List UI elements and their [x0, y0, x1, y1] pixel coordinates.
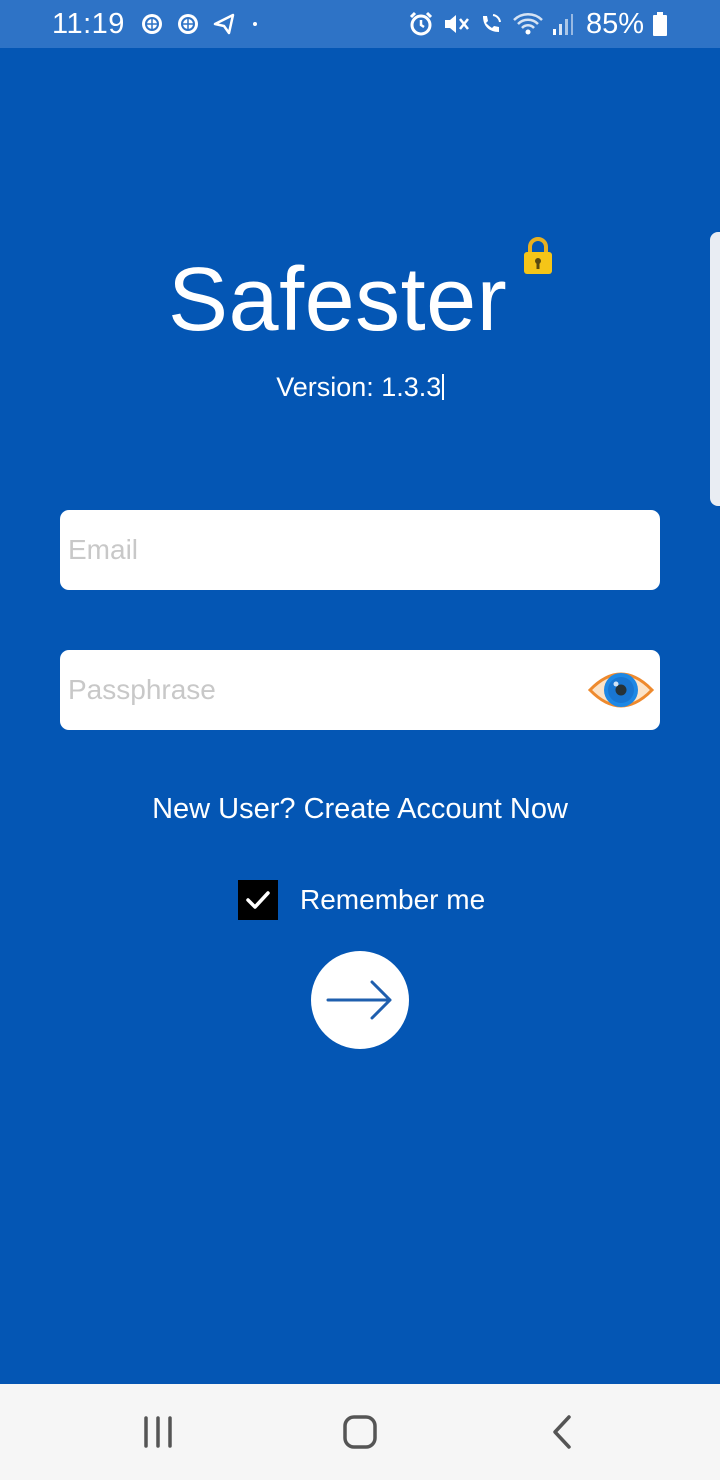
send-icon — [213, 13, 235, 35]
remember-me-row: Remember me — [238, 880, 485, 920]
back-icon — [553, 1415, 571, 1449]
battery-icon — [653, 12, 667, 36]
passphrase-input[interactable] — [68, 650, 568, 730]
mute-icon — [444, 15, 469, 33]
logo-text: Safester — [168, 250, 508, 350]
recent-apps-icon — [144, 1416, 172, 1448]
app-notification-icon — [178, 14, 198, 34]
status-bar: 11:19 85% — [0, 0, 720, 48]
wifi-icon — [513, 13, 543, 35]
login-screen: Safester Version: 1.3.3 New User? Create… — [0, 48, 720, 1384]
create-account-link[interactable]: New User? Create Account Now — [0, 793, 720, 826]
checkmark-icon — [246, 891, 270, 909]
alarm-icon — [409, 11, 433, 36]
app-notification-icon — [142, 14, 162, 34]
battery-percent: 85% — [585, 7, 644, 40]
home-button[interactable] — [330, 1408, 390, 1456]
email-input[interactable] — [68, 510, 568, 590]
recent-apps-button[interactable] — [128, 1408, 188, 1456]
show-password-eye-icon[interactable] — [588, 664, 654, 716]
email-field[interactable] — [60, 510, 660, 590]
signal-icon — [552, 14, 573, 35]
login-button[interactable] — [311, 951, 409, 1049]
back-button[interactable] — [532, 1408, 592, 1456]
system-icons: 85% — [408, 8, 668, 40]
navigation-bar — [0, 1384, 720, 1480]
text-cursor — [442, 374, 444, 400]
remember-me-checkbox[interactable] — [238, 880, 278, 920]
version-text: Version: 1.3.3 — [276, 372, 442, 402]
dot-icon — [253, 22, 257, 26]
lock-icon — [524, 237, 552, 274]
app-logo: Safester — [0, 237, 720, 363]
edge-panel-handle[interactable] — [710, 232, 720, 506]
arrow-right-icon — [326, 980, 392, 1020]
notification-icons — [140, 10, 262, 38]
home-icon — [343, 1415, 377, 1449]
passphrase-field[interactable] — [60, 650, 660, 730]
status-time: 11:19 — [52, 8, 125, 40]
wifi-calling-icon — [482, 14, 501, 32]
remember-me-label: Remember me — [300, 884, 486, 915]
version-label: Version: 1.3.3 — [0, 372, 720, 403]
